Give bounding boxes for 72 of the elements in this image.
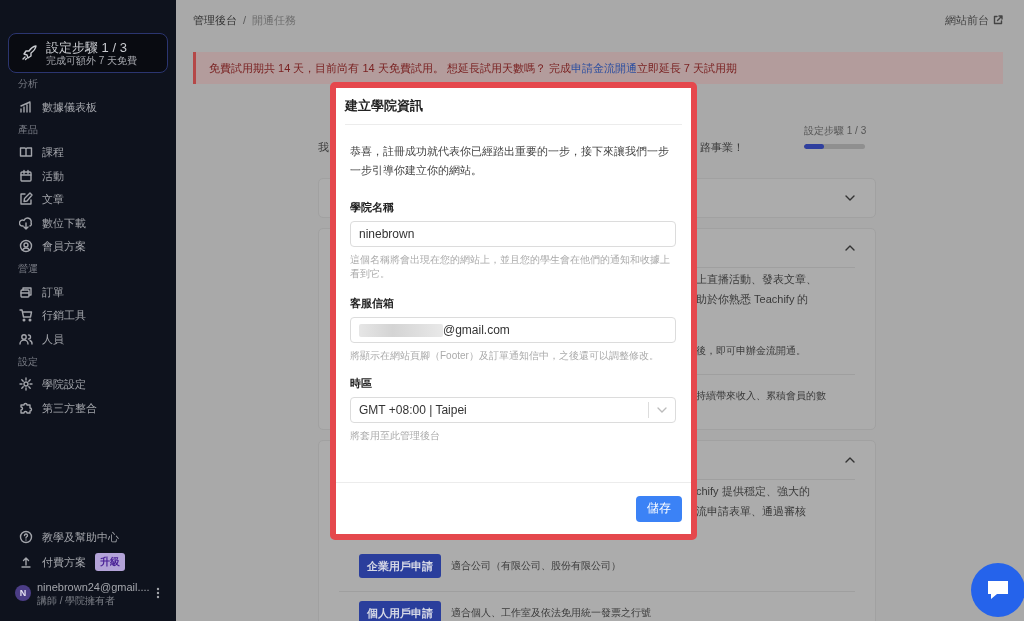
book-icon bbox=[19, 145, 33, 160]
dialog-title: 建立學院資訊 bbox=[345, 97, 423, 115]
user-role: 講師 / 學院擁有者 bbox=[37, 593, 117, 607]
upload-icon bbox=[19, 555, 33, 569]
sidebar-item[interactable]: 教學及幫助中心 bbox=[42, 530, 119, 544]
cloud-download-icon bbox=[19, 215, 33, 230]
application-button[interactable]: 企業用戶申請 bbox=[359, 554, 441, 578]
sidebar-item[interactable]: 訂單 bbox=[8, 280, 168, 304]
card-text: 後，即可申辦金流開通。 bbox=[696, 344, 806, 358]
sidebar-item[interactable]: 文章 bbox=[8, 187, 168, 211]
setup-steps-card[interactable]: 設定步驟 1 / 3 完成可額外 7 天免費 bbox=[8, 33, 168, 73]
puzzle-icon bbox=[19, 400, 33, 415]
sidebar-item[interactable]: 數位下載 bbox=[8, 211, 168, 235]
button-note: 適合個人、工作室及依法免用統一發票之行號 bbox=[451, 606, 651, 620]
help-icon bbox=[19, 530, 33, 544]
calendar-icon bbox=[19, 168, 33, 183]
sidebar-item[interactable]: 數據儀表板 bbox=[8, 95, 168, 119]
progress-label: 設定步驟 1 / 3 bbox=[804, 124, 865, 138]
field-hint: 將顯示在網站頁腳（Footer）及訂單通知信中，之後還可以調整修改。 bbox=[350, 349, 660, 363]
sidebar-item[interactable]: 第三方整合 bbox=[8, 396, 168, 420]
section-label: 設定 bbox=[18, 355, 38, 368]
section-label: 產品 bbox=[18, 123, 38, 136]
sidebar-item[interactable]: 付費方案 bbox=[42, 555, 86, 569]
button-note: 適合公司（有限公司、股份有限公司） bbox=[451, 559, 621, 573]
section-label: 分析 bbox=[18, 78, 38, 90]
breadcrumb-link[interactable]: 管理後台 bbox=[193, 12, 237, 28]
input-field[interactable]: @gmail.com bbox=[350, 317, 676, 343]
page-description: 我 bbox=[318, 140, 329, 155]
avatar: N bbox=[15, 585, 31, 601]
field-hint: 這個名稱將會出現在您的網站上，並且您的學生會在他們的通知和收據上看到它。 bbox=[350, 253, 671, 281]
speech-bubble-icon bbox=[986, 579, 1010, 601]
user-email: ninebrown24@gmail.... bbox=[37, 579, 150, 594]
section-label: 營運 bbox=[18, 263, 38, 275]
chevron-up-icon[interactable] bbox=[845, 245, 855, 251]
select-field[interactable]: GMT +08:00 | Taipei bbox=[350, 397, 676, 423]
sidebar-item[interactable]: 會員方案 bbox=[8, 234, 168, 258]
card-text: 持續帶來收入、累積會員的數 bbox=[696, 389, 826, 403]
rocket-icon bbox=[21, 45, 37, 61]
sidebar-item[interactable]: 課程 bbox=[8, 140, 168, 164]
field-hint: 將套用至此管理後台 bbox=[350, 429, 441, 443]
users-icon bbox=[19, 331, 33, 346]
setup-title: 設定步驟 1 / 3 bbox=[46, 39, 128, 55]
chevron-down-icon[interactable] bbox=[845, 195, 855, 201]
settings-icon bbox=[19, 377, 33, 392]
bar-chart-icon bbox=[19, 99, 33, 114]
card-text: 上直播活動、發表文章、 bbox=[696, 272, 817, 287]
application-button[interactable]: 個人用戶申請 bbox=[359, 601, 441, 621]
sidebar-item[interactable]: 活動 bbox=[8, 164, 168, 188]
cart-icon bbox=[19, 308, 33, 323]
save-button[interactable]: 儲存 bbox=[636, 495, 682, 522]
sidebar-item[interactable]: 行銷工具 bbox=[8, 303, 168, 327]
field-label: 學院名稱 bbox=[350, 200, 395, 215]
page-description: 路事業！ bbox=[700, 140, 744, 155]
card-text: chify 提供穩定、強大的 bbox=[696, 484, 810, 499]
setup-subtitle: 完成可額外 7 天免費 bbox=[46, 54, 138, 67]
user-circle-icon bbox=[19, 239, 33, 254]
breadcrumb-separator: / bbox=[243, 14, 247, 26]
input-field[interactable]: ninebrown bbox=[350, 221, 676, 247]
more-icon[interactable] bbox=[156, 587, 160, 599]
site-frontend-link[interactable]: 網站前台 bbox=[945, 12, 1003, 28]
stack-icon bbox=[19, 284, 33, 299]
card-text: 助於你熟悉 Teachify 的 bbox=[696, 292, 809, 307]
card-text: 流申請表單、通過審核 bbox=[696, 504, 806, 519]
sidebar-item[interactable]: 學院設定 bbox=[8, 372, 168, 396]
chevron-up-icon[interactable] bbox=[845, 457, 855, 463]
upgrade-badge[interactable]: 升級 bbox=[95, 553, 125, 571]
external-link-icon bbox=[993, 15, 1003, 25]
field-label: 時區 bbox=[350, 376, 373, 391]
trial-alert-text: 免費試用期共 14 天，目前尚有 14 天免費試用。 想延長試用天數嗎？ 完成申請金流開通立即延長 7 天試用期 bbox=[209, 60, 738, 76]
field-label: 客服信箱 bbox=[350, 296, 395, 311]
sidebar-item[interactable]: 人員 bbox=[8, 327, 168, 351]
intro-text: 恭喜，註冊成功就代表你已經踏出重要的一步，接下來讓我們一步一步引導你建立你的網站。 bbox=[350, 144, 670, 178]
